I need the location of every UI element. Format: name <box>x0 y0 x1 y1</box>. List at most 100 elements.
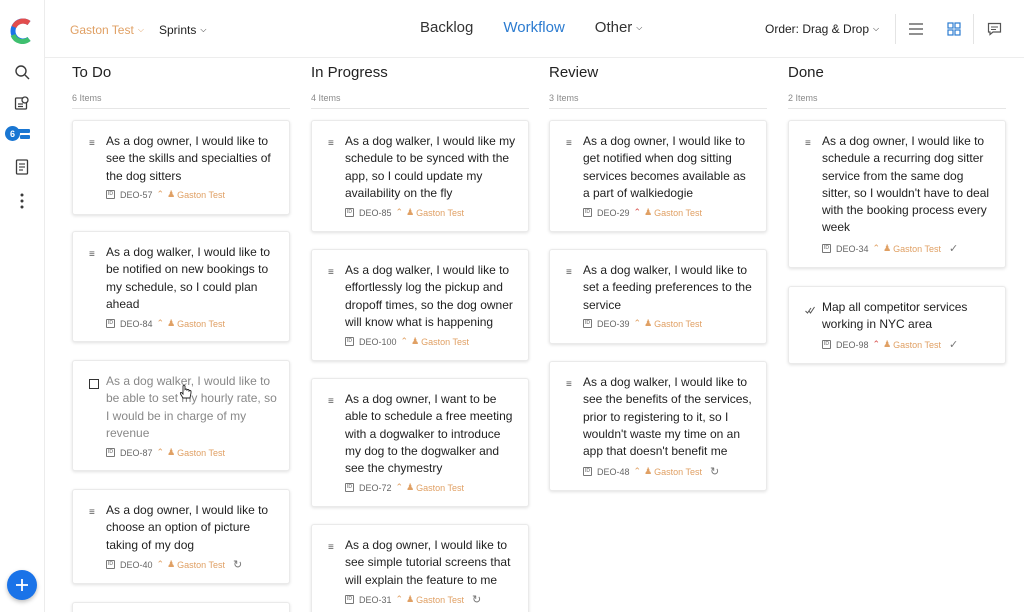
divider <box>72 108 290 109</box>
assignee[interactable]: ♟ Gaston Test <box>883 339 941 350</box>
card-title: As a dog owner, I would like to schedule… <box>822 134 990 235</box>
tab-other[interactable]: Other ⌵ <box>595 19 643 36</box>
refresh-icon[interactable]: ↻ <box>710 465 719 478</box>
project-name: Gaston Test <box>70 23 134 37</box>
project-selector[interactable]: Gaston Test ⌵ <box>70 23 144 37</box>
card-meta: ID DEO-100 ⌃ ♟ Gaston Test <box>345 336 469 347</box>
column-count: 2 Items <box>788 93 818 103</box>
refresh-icon[interactable]: ↻ <box>233 558 242 571</box>
card[interactable]: ≡ As a dog owner, I would like to get no… <box>549 120 767 232</box>
story-icon: ≡ <box>89 138 95 149</box>
checkbox-icon[interactable] <box>89 379 99 389</box>
card-id: DEO-57 <box>120 189 153 200</box>
order-label: Order: Drag & Drop <box>765 22 870 36</box>
card[interactable]: ≡ As a dog walker, I would like to effor… <box>311 249 529 361</box>
assignee-name: Gaston Test <box>893 339 942 350</box>
assignee-name: Gaston Test <box>654 318 703 329</box>
divider <box>549 108 767 109</box>
priority-high-icon: ⌃ <box>633 207 641 217</box>
id-icon: ID <box>583 208 592 217</box>
order-selector[interactable]: Order: Drag & Drop ⌵ <box>765 22 879 36</box>
story-icon: ≡ <box>566 138 572 149</box>
priority-medium-icon: ⌃ <box>400 336 408 346</box>
card[interactable] <box>72 602 290 612</box>
add-button[interactable] <box>7 570 37 600</box>
hand-cursor-icon <box>179 385 192 399</box>
story-icon: ≡ <box>328 396 334 407</box>
card[interactable]: ≡ As a dog owner, I would like to choose… <box>72 489 290 584</box>
assignee[interactable]: ♟ Gaston Test <box>167 559 225 570</box>
assignee-name: Gaston Test <box>177 559 226 570</box>
card[interactable]: ≡ As a dog owner, I would like to see th… <box>72 120 290 215</box>
card-title: Map all competitor services working in N… <box>822 300 968 332</box>
card-title: As a dog walker, I would like to be noti… <box>106 245 271 311</box>
card[interactable]: ≡ As a dog walker, I would like to set a… <box>549 249 767 344</box>
id-icon: ID <box>106 560 115 569</box>
column-title: To Do <box>72 64 112 81</box>
card-title: As a dog walker, I would like to be able… <box>106 374 277 440</box>
more-vertical-icon[interactable] <box>12 191 32 211</box>
card-id: DEO-84 <box>120 318 153 329</box>
card-meta: ID DEO-84 ⌃ ♟ Gaston Test <box>106 318 225 329</box>
column-count: 6 Items <box>72 93 102 103</box>
id-icon: ID <box>345 208 354 217</box>
document-icon[interactable] <box>12 157 32 177</box>
assignee[interactable]: ♟ Gaston Test <box>406 207 464 218</box>
assignee[interactable]: ♟ Gaston Test <box>167 189 225 200</box>
check-icon: ✓ <box>949 339 959 351</box>
assignee-name: Gaston Test <box>177 189 226 200</box>
column-count: 3 Items <box>549 93 579 103</box>
assignee[interactable]: ♟ Gaston Test <box>644 466 702 477</box>
tab-label: Other <box>594 19 633 36</box>
assignee-name: Gaston Test <box>416 482 465 493</box>
card-id: DEO-34 <box>836 243 869 254</box>
priority-medium-icon: ⌃ <box>156 559 164 569</box>
card[interactable]: Map all competitor services working in N… <box>788 286 1006 364</box>
assignee[interactable]: ♟ Gaston Test <box>644 207 702 218</box>
card-title: As a dog owner, I want to be able to sch… <box>345 392 513 476</box>
assignee[interactable]: ♟ Gaston Test <box>167 318 225 329</box>
id-icon: ID <box>583 319 592 328</box>
card[interactable]: ≡ As a dog walker, I would like to see t… <box>549 361 767 491</box>
story-icon: ≡ <box>566 267 572 278</box>
card-title: As a dog owner, I would like to see simp… <box>345 538 511 587</box>
id-icon: ID <box>583 467 592 476</box>
app-logo-icon[interactable] <box>10 18 34 44</box>
tab-backlog[interactable]: Backlog <box>420 19 473 36</box>
card[interactable]: ≡ As a dog walker, I would like to be no… <box>72 231 290 342</box>
id-icon: ID <box>822 340 831 349</box>
assignee[interactable]: ♟ Gaston Test <box>167 447 225 458</box>
sprints-selector[interactable]: Sprints ⌵ <box>159 23 206 37</box>
user-icon: ♟ <box>883 339 892 349</box>
card-title: As a dog walker, I would like to see the… <box>583 375 752 459</box>
card[interactable]: ≡ As a dog owner, I would like to schedu… <box>788 120 1006 268</box>
card-id: DEO-39 <box>597 318 630 329</box>
id-icon: ID <box>345 595 354 604</box>
tab-workflow[interactable]: Workflow <box>503 19 564 36</box>
assignee[interactable]: ♟ Gaston Test <box>406 594 464 605</box>
comments-icon[interactable] <box>985 20 1003 38</box>
search-icon[interactable] <box>12 62 32 82</box>
divider <box>895 14 896 44</box>
projects-icon[interactable] <box>12 93 32 113</box>
assignee-name: Gaston Test <box>177 318 226 329</box>
notifications-badge[interactable]: 6 <box>5 126 20 141</box>
user-icon: ♟ <box>644 466 653 476</box>
card[interactable]: ≡ As a dog walker, I would like my sched… <box>311 120 529 232</box>
board-view-icon[interactable] <box>945 20 963 38</box>
list-view-icon[interactable] <box>907 20 925 38</box>
id-icon: ID <box>822 244 831 253</box>
refresh-icon[interactable]: ↻ <box>472 593 481 606</box>
assignee[interactable]: ♟ Gaston Test <box>644 318 702 329</box>
check-icon: ✓ <box>949 243 959 255</box>
card[interactable]: ≡ As a dog owner, I would like to see si… <box>311 524 529 612</box>
card-meta: ID DEO-98 ⌃ ♟ Gaston Test ✓ <box>822 338 958 351</box>
assignee[interactable]: ♟ Gaston Test <box>411 336 469 347</box>
card[interactable]: As a dog walker, I would like to be able… <box>72 360 290 471</box>
assignee[interactable]: ♟ Gaston Test <box>406 482 464 493</box>
card[interactable]: ≡ As a dog owner, I want to be able to s… <box>311 378 529 507</box>
assignee[interactable]: ♟ Gaston Test <box>883 243 941 254</box>
divider <box>311 108 529 109</box>
card-id: DEO-100 <box>359 336 397 347</box>
column-count: 4 Items <box>311 93 341 103</box>
